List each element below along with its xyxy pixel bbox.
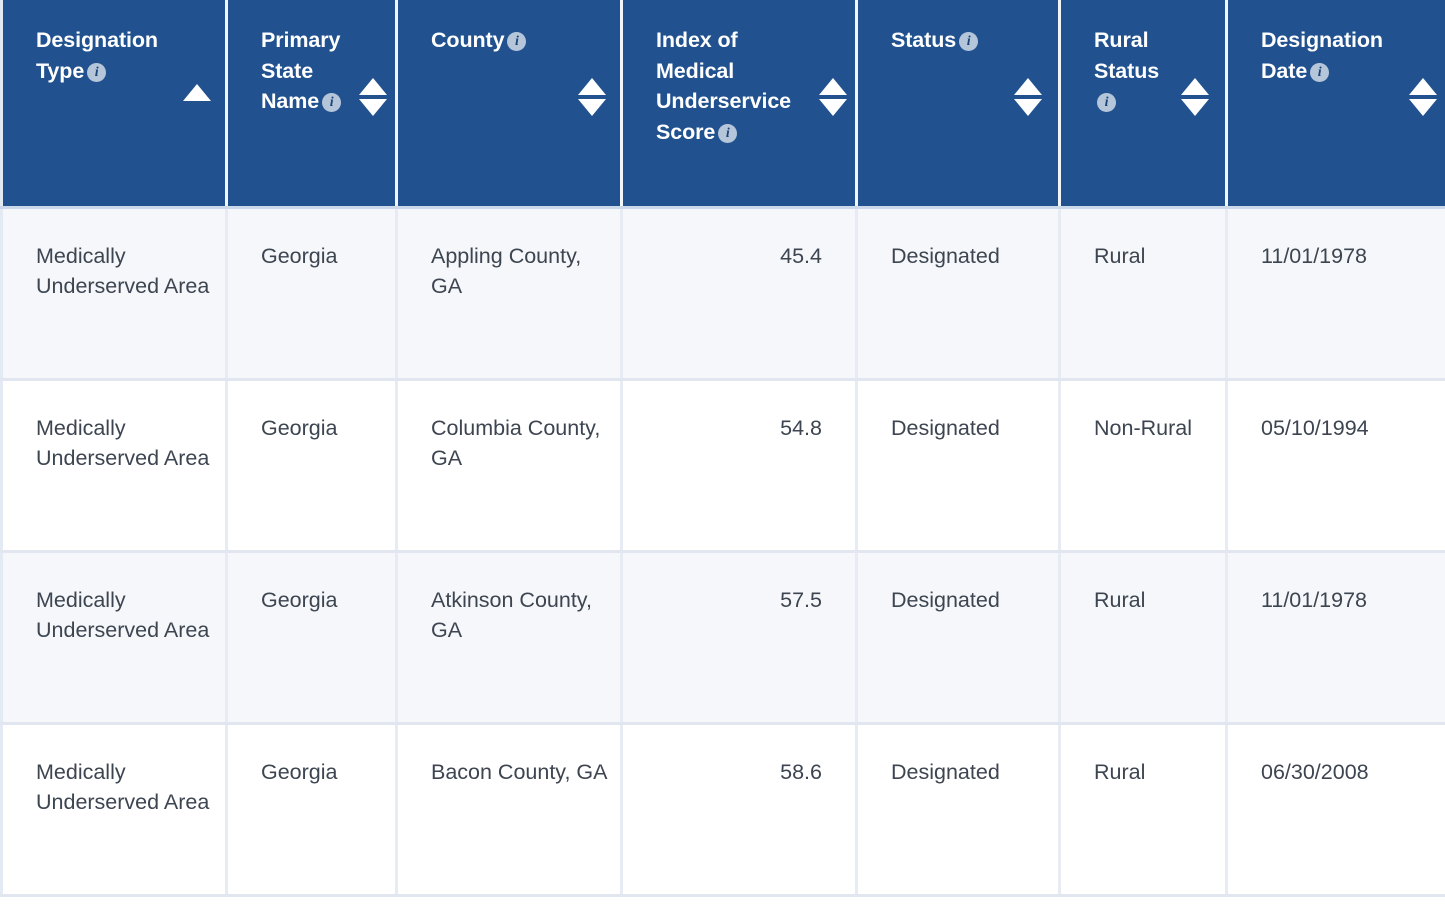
column-header-label-rural-status: Rural Status (1094, 28, 1160, 83)
column-header-label-status: Status (891, 28, 957, 52)
cell-status: Designated (855, 207, 1060, 381)
cell-primary-state-name: Georgia (225, 551, 397, 725)
info-icon-designation-type[interactable]: i (87, 62, 107, 82)
cell-rural-status: Rural (1058, 723, 1227, 897)
column-header-index-of-medical-underservice-score[interactable]: Index of Medical Underservice Score i (620, 0, 857, 209)
sort-arrow-down (1408, 99, 1437, 116)
cell-primary-state-name: Georgia (225, 379, 397, 553)
info-icon-primary-state-name[interactable]: i (322, 93, 342, 113)
cell-designation-type: Medically Underserved Area (0, 207, 227, 381)
info-icon-rural-status[interactable]: i (1097, 93, 1116, 113)
sort-unsorted-icon-primary-state-name[interactable] (359, 78, 387, 122)
table-row[interactable]: Medically Underserved Area Georgia Appli… (0, 207, 1445, 381)
info-icon-status[interactable]: i (959, 32, 979, 51)
table-row[interactable]: Medically Underserved Area Georgia Atkin… (0, 551, 1445, 725)
cell-status: Designated (855, 551, 1060, 725)
cell-designation-type: Medically Underserved Area (0, 379, 227, 553)
cell-designation-date: 11/01/1978 (1225, 207, 1445, 381)
sort-arrow-down (1014, 99, 1042, 116)
info-icon-index-of-medical-underservice-score[interactable]: i (718, 123, 738, 143)
cell-designation-type: Medically Underserved Area (0, 723, 227, 897)
cell-designation-date: 11/01/1978 (1225, 551, 1445, 725)
cell-county: Appling County, GA (395, 207, 622, 381)
cell-index-of-medical-underservice-score: 58.6 (620, 723, 857, 897)
cell-designation-type: Medically Underserved Area (0, 551, 227, 725)
cell-primary-state-name: Georgia (225, 207, 397, 381)
cell-county: Bacon County, GA (395, 723, 622, 897)
sort-arrow-down (819, 99, 847, 116)
column-header-status[interactable]: Status i (855, 0, 1060, 209)
info-icon-county[interactable]: i (507, 32, 527, 51)
table-row[interactable]: Medically Underserved Area Georgia Bacon… (0, 723, 1445, 897)
cell-rural-status: Non-Rural (1058, 379, 1227, 553)
sort-arrow-down (578, 99, 606, 116)
column-header-designation-date[interactable]: Designation Date i (1225, 0, 1445, 209)
sort-ascending-icon-designation-type[interactable] (183, 78, 211, 122)
cell-primary-state-name: Georgia (225, 723, 397, 897)
column-header-county[interactable]: County i (395, 0, 622, 209)
table-body: Medically Underserved Area Georgia Appli… (0, 207, 1445, 897)
sort-arrow-up (359, 78, 387, 95)
sort-unsorted-icon-rural-status[interactable] (1181, 78, 1209, 122)
cell-index-of-medical-underservice-score: 57.5 (620, 551, 857, 725)
sort-arrow-down (359, 99, 387, 116)
sort-arrow-up (578, 78, 606, 95)
sort-unsorted-icon-status[interactable] (1014, 78, 1042, 122)
sort-arrow-down (1181, 99, 1209, 116)
column-header-designation-type[interactable]: Designation Type i (0, 0, 227, 209)
cell-index-of-medical-underservice-score: 54.8 (620, 379, 857, 553)
sort-arrow-up (1014, 78, 1042, 95)
cell-status: Designated (855, 723, 1060, 897)
cell-county: Atkinson County, GA (395, 551, 622, 725)
sort-arrow-up (819, 78, 847, 95)
column-header-rural-status[interactable]: Rural Status i (1058, 0, 1227, 209)
sort-arrow-up (1408, 78, 1437, 95)
sort-unsorted-icon-index-of-medical-underservice-score[interactable] (819, 78, 847, 122)
table-row[interactable]: Medically Underserved Area Georgia Colum… (0, 379, 1445, 553)
results-table-container: Designation Typei Primary State Namei (0, 0, 1445, 904)
sort-arrow-up (183, 84, 211, 101)
table-header: Designation Typei Primary State Namei (0, 0, 1445, 209)
column-header-primary-state-name[interactable]: Primary State Name i (225, 0, 397, 209)
cell-designation-date: 05/10/1994 (1225, 379, 1445, 553)
header-row: Designation Typei Primary State Namei (0, 0, 1445, 209)
cell-index-of-medical-underservice-score: 45.4 (620, 207, 857, 381)
sort-unsorted-icon-county[interactable] (578, 78, 606, 122)
info-icon-designation-date[interactable]: i (1310, 62, 1330, 82)
cell-county: Columbia County, GA (395, 379, 622, 553)
cell-status: Designated (855, 379, 1060, 553)
designation-results-table: Designation Typei Primary State Namei (0, 0, 1445, 897)
cell-rural-status: Rural (1058, 551, 1227, 725)
cell-designation-date: 06/30/2008 (1225, 723, 1445, 897)
sort-unsorted-icon-designation-date[interactable] (1408, 78, 1437, 122)
sort-arrow-up (1181, 78, 1209, 95)
cell-rural-status: Rural (1058, 207, 1227, 381)
column-header-label-county: County (431, 28, 505, 52)
